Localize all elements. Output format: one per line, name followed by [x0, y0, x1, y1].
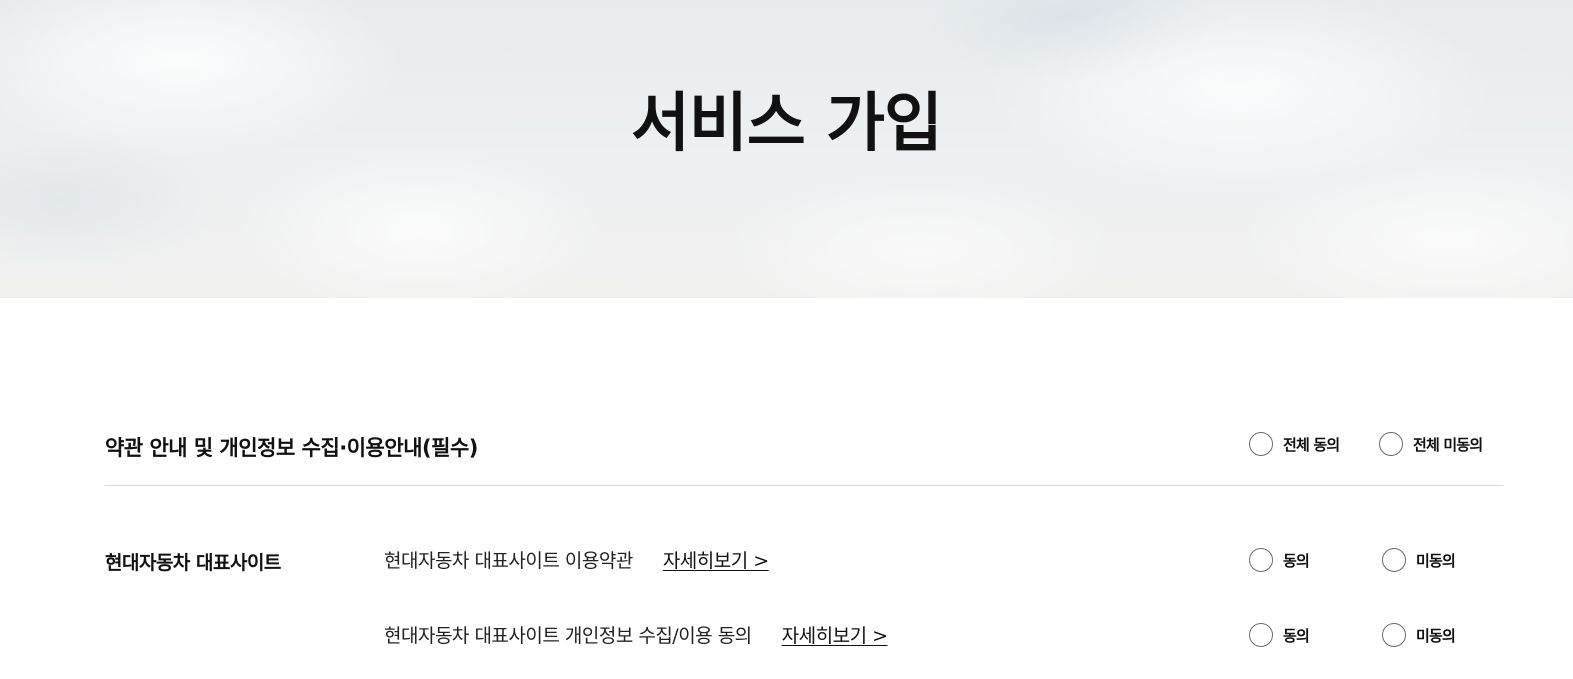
term-privacy-agree-radio[interactable]: 동의	[1249, 623, 1310, 647]
hero-banner: 서비스 가입	[0, 0, 1573, 298]
term-usage-agree-group: 동의	[1249, 548, 1310, 572]
term-row-privacy: 현대자동차 대표사이트 개인정보 수집/이용 동의 자세히보기 >	[384, 621, 888, 648]
disagree-label: 미동의	[1416, 551, 1456, 570]
agree-all-radio[interactable]: 전체 동의	[1249, 432, 1340, 456]
agree-all-label: 전체 동의	[1283, 435, 1340, 454]
term-privacy-disagree-group: 미동의	[1382, 623, 1456, 647]
disagree-all-label: 전체 미동의	[1413, 435, 1483, 454]
radio-circle-icon[interactable]	[1379, 432, 1403, 456]
site-group-name: 현대자동차 대표사이트	[105, 552, 281, 574]
radio-circle-icon[interactable]	[1382, 548, 1406, 572]
radio-circle-icon[interactable]	[1382, 623, 1406, 647]
agree-label: 동의	[1283, 551, 1310, 570]
term-usage-disagree-radio[interactable]: 미동의	[1382, 548, 1456, 572]
page-title: 서비스 가입	[631, 87, 943, 161]
term-text: 현대자동차 대표사이트 개인정보 수집/이용 동의	[384, 625, 752, 647]
radio-circle-icon[interactable]	[1249, 432, 1273, 456]
term-usage-agree-radio[interactable]: 동의	[1249, 548, 1310, 572]
term-privacy-disagree-radio[interactable]: 미동의	[1382, 623, 1456, 647]
view-details-link[interactable]: 자세히보기 >	[663, 546, 769, 573]
disagree-all-group: 전체 미동의	[1379, 432, 1483, 456]
agree-all-group: 전체 동의	[1249, 432, 1340, 456]
disagree-label: 미동의	[1416, 626, 1456, 645]
disagree-all-radio[interactable]: 전체 미동의	[1379, 432, 1483, 456]
terms-section-title: 약관 안내 및 개인정보 수집·이용안내(필수)	[105, 436, 478, 460]
term-row-usage: 현대자동차 대표사이트 이용약관 자세히보기 >	[384, 546, 769, 573]
radio-circle-icon[interactable]	[1249, 623, 1273, 647]
radio-circle-icon[interactable]	[1249, 548, 1273, 572]
term-privacy-agree-group: 동의	[1249, 623, 1310, 647]
term-text: 현대자동차 대표사이트 이용약관	[384, 550, 633, 572]
agree-label: 동의	[1283, 626, 1310, 645]
term-usage-disagree-group: 미동의	[1382, 548, 1456, 572]
view-details-link[interactable]: 자세히보기 >	[782, 621, 888, 648]
